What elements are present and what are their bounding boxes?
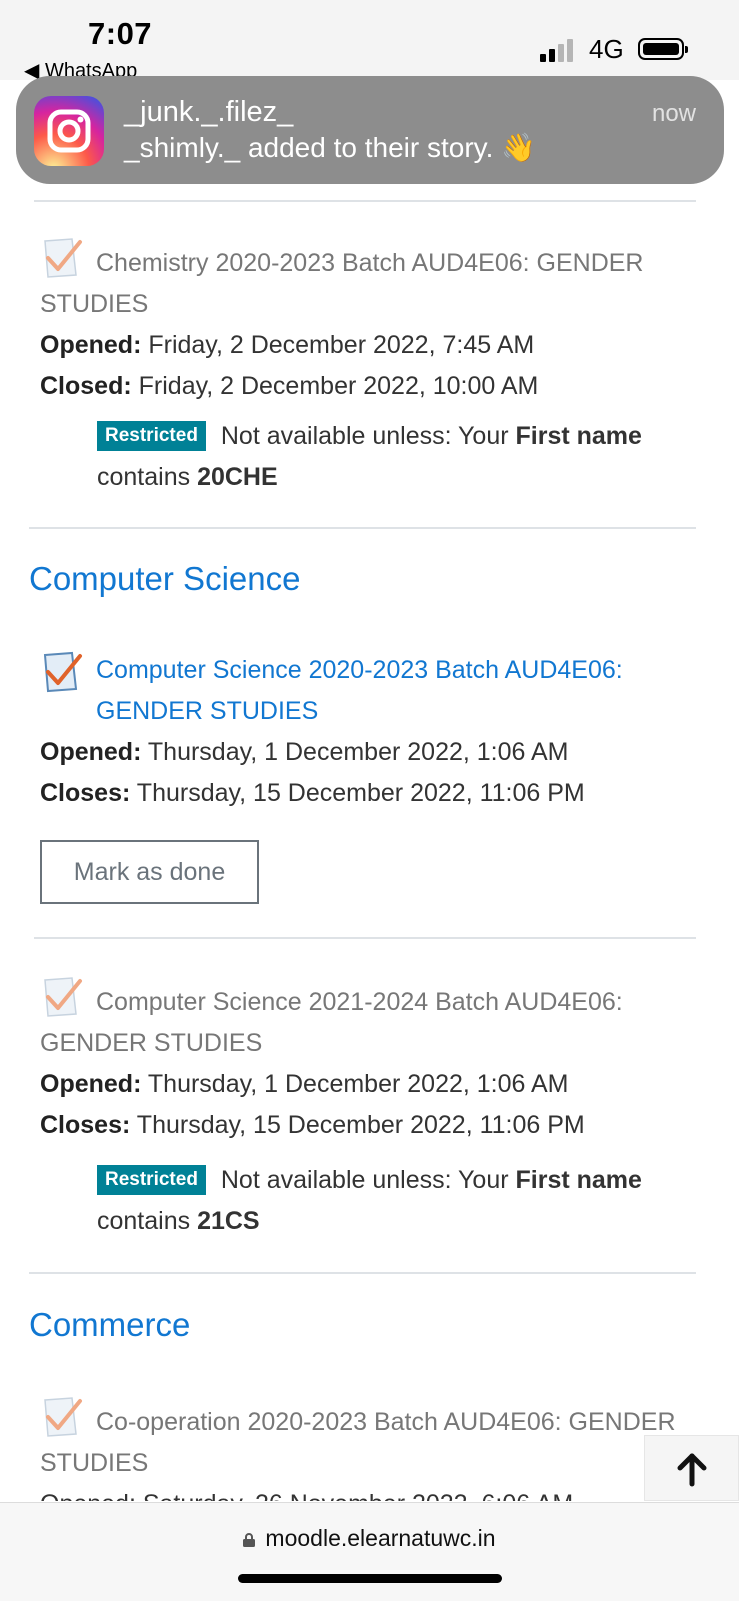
activity-cooperation: Co-operation 2020-2023 Batch AUD4E06: GE… xyxy=(40,1395,690,1501)
restriction-info: Restricted Not available unless: Your Fi… xyxy=(97,421,642,491)
restriction-info: Restricted Not available unless: Your Fi… xyxy=(97,1165,642,1235)
status-time: 7:07 xyxy=(88,16,153,51)
battery-icon xyxy=(638,38,688,60)
restricted-badge: Restricted xyxy=(97,421,206,451)
scroll-to-top-button[interactable] xyxy=(644,1435,739,1501)
closed-line: Closed: Friday, 2 December 2022, 10:00 A… xyxy=(40,372,539,400)
activity-cs-2021: Computer Science 2021-2024 Batch AUD4E06… xyxy=(40,975,690,1146)
activity-chemistry: Chemistry 2020-2023 Batch AUD4E06: GENDE… xyxy=(40,236,690,407)
section-title-computer-science[interactable]: Computer Science xyxy=(29,560,300,598)
arrow-up-icon xyxy=(677,1453,707,1487)
opened-line: Opened: Thursday, 1 December 2022, 1:06 … xyxy=(40,1070,569,1098)
opened-line: Opened: Saturday, 26 November 2022, 6:06… xyxy=(40,1484,690,1501)
closes-line: Closes: Thursday, 15 December 2022, 11:0… xyxy=(40,779,585,807)
assignment-check-icon xyxy=(44,1397,82,1437)
assignment-check-icon xyxy=(44,977,82,1017)
activity-title: Computer Science 2021-2024 Batch AUD4E06… xyxy=(40,988,623,1057)
url-display[interactable]: moodle.elearnatuwc.in xyxy=(0,1525,739,1552)
status-bar: 7:07 ◀ WhatsApp 4G xyxy=(0,0,739,82)
assignment-check-icon xyxy=(43,651,82,693)
notification-body: _shimly._ added to their story. 👋 xyxy=(124,132,537,163)
activity-title: Chemistry 2020-2023 Batch AUD4E06: GENDE… xyxy=(40,249,644,318)
opened-line: Opened: Thursday, 1 December 2022, 1:06 … xyxy=(40,738,569,766)
notification-title: _junk._.filez_ xyxy=(124,96,294,128)
signal-icon xyxy=(540,38,580,62)
activity-link[interactable]: Computer Science 2020-2023 Batch AUD4E06… xyxy=(96,650,690,732)
divider xyxy=(29,527,696,529)
network-type: 4G xyxy=(589,34,624,64)
activity-title: Co-operation 2020-2023 Batch AUD4E06: GE… xyxy=(40,1408,676,1477)
assignment-check-icon xyxy=(44,238,82,278)
lock-icon xyxy=(243,1533,256,1547)
opened-line: Opened: Friday, 2 December 2022, 7:45 AM xyxy=(40,331,535,359)
mark-as-done-button[interactable]: Mark as done xyxy=(40,840,259,904)
divider xyxy=(29,1272,696,1274)
home-indicator[interactable] xyxy=(238,1574,502,1583)
activity-cs-2020: Computer Science 2020-2023 Batch AUD4E06… xyxy=(40,650,690,814)
instagram-icon xyxy=(34,96,104,166)
divider xyxy=(34,200,696,202)
divider xyxy=(34,937,696,939)
instagram-notification[interactable]: _junk._.filez_ _shimly._ added to their … xyxy=(16,76,724,184)
browser-url-bar[interactable]: moodle.elearnatuwc.in xyxy=(0,1502,739,1601)
url-text: moodle.elearnatuwc.in xyxy=(265,1525,496,1551)
closes-line: Closes: Thursday, 15 December 2022, 11:0… xyxy=(40,1111,585,1139)
section-title-commerce[interactable]: Commerce xyxy=(29,1306,190,1344)
notification-time: now xyxy=(651,100,696,127)
restricted-badge: Restricted xyxy=(97,1165,206,1195)
